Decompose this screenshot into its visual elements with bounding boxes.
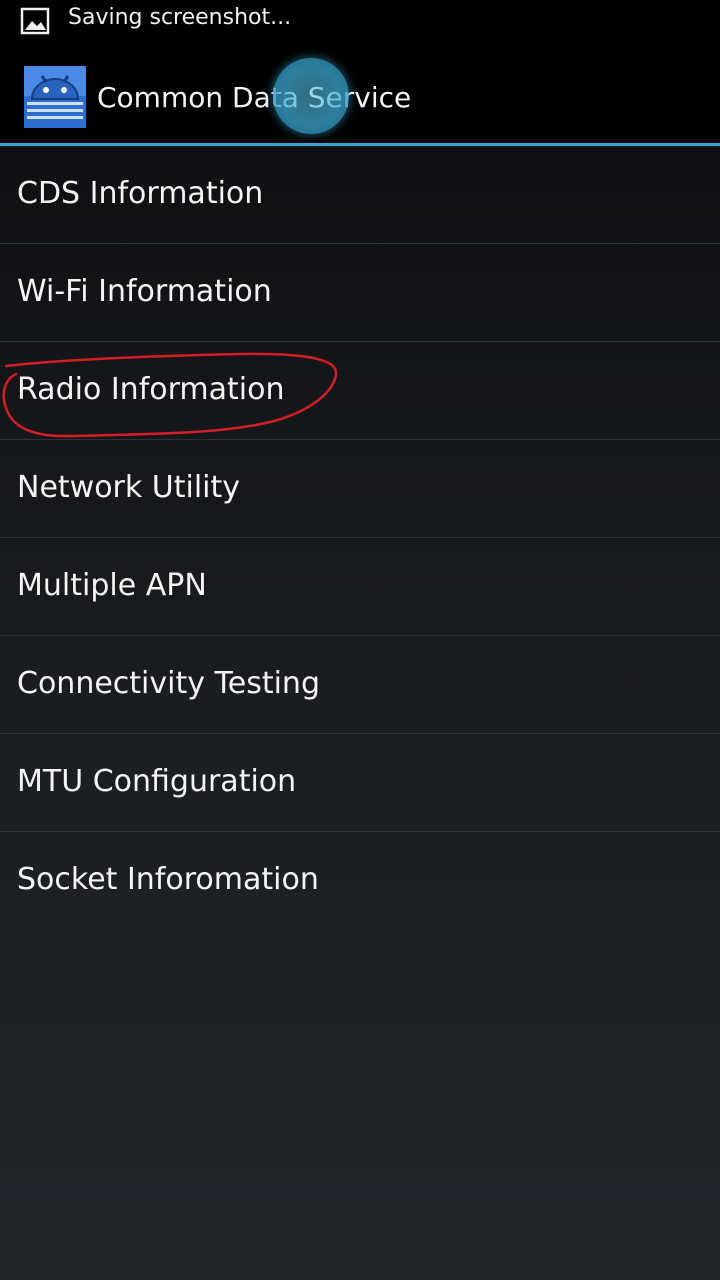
menu-item-label: Connectivity Testing — [17, 666, 320, 701]
touch-indicator — [273, 58, 349, 134]
notification-text: Saving screenshot... — [68, 5, 292, 30]
image-icon — [20, 7, 50, 35]
menu-item-radio-information[interactable]: Radio Information — [0, 342, 720, 440]
menu-list: CDS Information Wi-Fi Information Radio … — [0, 146, 720, 929]
menu-item-label: Radio Information — [17, 372, 285, 407]
menu-item-socket-information[interactable]: Socket Inforomation — [0, 832, 720, 929]
menu-item-multiple-apn[interactable]: Multiple APN — [0, 538, 720, 636]
menu-item-label: Socket Inforomation — [17, 862, 319, 897]
menu-item-wifi-information[interactable]: Wi-Fi Information — [0, 244, 720, 342]
action-bar: Common Data Service — [0, 40, 720, 144]
android-app-icon[interactable] — [24, 66, 86, 128]
menu-item-label: Network Utility — [17, 470, 241, 505]
menu-item-cds-information[interactable]: CDS Information — [0, 146, 720, 244]
screen: Saving screenshot... Common Data Service… — [0, 0, 720, 1280]
menu-item-network-utility[interactable]: Network Utility — [0, 440, 720, 538]
menu-item-connectivity-testing[interactable]: Connectivity Testing — [0, 636, 720, 734]
app-title: Common Data Service — [97, 81, 412, 114]
menu-item-label: CDS Information — [17, 176, 264, 211]
menu-item-mtu-configuration[interactable]: MTU Configuration — [0, 734, 720, 832]
menu-item-label: Multiple APN — [17, 568, 207, 603]
menu-item-label: MTU Configuration — [17, 764, 297, 799]
status-bar: Saving screenshot... — [0, 0, 720, 40]
menu-item-label: Wi-Fi Information — [17, 274, 272, 309]
